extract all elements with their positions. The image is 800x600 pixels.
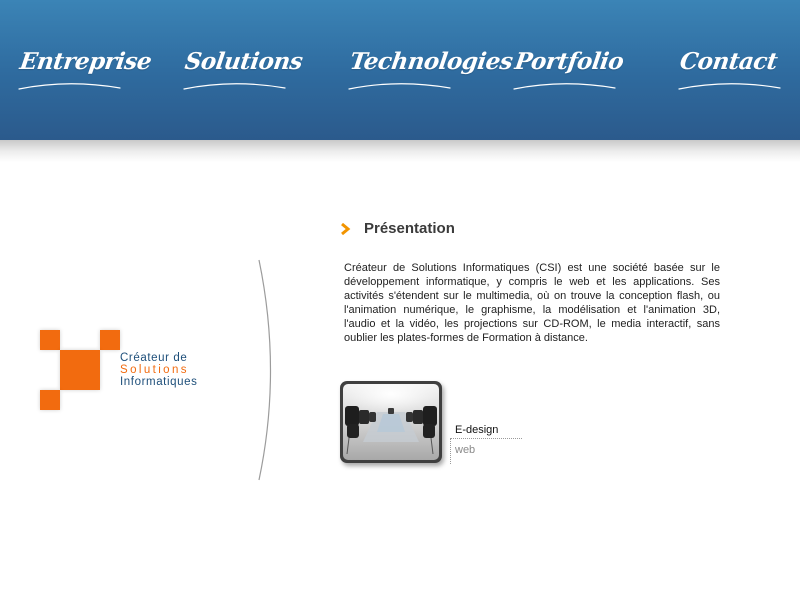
nav-underline-swoosh — [678, 83, 781, 90]
nav-item-entreprise[interactable]: Entreprise — [18, 48, 154, 98]
nav-item-label: Solutions — [183, 48, 305, 75]
dotted-connector — [450, 438, 451, 464]
conference-room-image — [343, 384, 439, 460]
nav-item-solutions[interactable]: Solutions — [183, 48, 305, 98]
page-title: Présentation — [364, 220, 455, 237]
nav-item-contact[interactable]: Contact — [678, 48, 781, 98]
nav-item-label: Contact — [678, 48, 779, 75]
portfolio-thumbnail[interactable] — [340, 381, 442, 463]
nav-underline-swoosh — [513, 83, 616, 90]
nav-item-label: Entreprise — [18, 48, 154, 75]
dotted-connector — [450, 438, 522, 439]
portfolio-item-title[interactable]: E-design — [455, 424, 498, 436]
logo-square — [60, 350, 100, 390]
nav-underline-swoosh — [18, 83, 121, 90]
company-logo[interactable]: Créateur de Solutions Informatiques — [36, 326, 236, 416]
logo-wordmark: Créateur de Solutions Informatiques — [120, 352, 197, 388]
presentation-text: Créateur de Solutions Informatiques (CSI… — [344, 262, 720, 344]
logo-square — [40, 390, 60, 410]
chevron-right-icon — [341, 223, 351, 235]
logo-line-informatiques: Informatiques — [120, 376, 198, 388]
nav-item-technologies[interactable]: Technologies — [348, 48, 515, 98]
nav-item-label: Technologies — [348, 48, 515, 75]
header-shadow — [0, 140, 800, 162]
nav-item-label: Portfolio — [513, 48, 626, 75]
logo-line-createur: Créateur de — [120, 352, 188, 364]
logo-square — [100, 330, 120, 350]
portfolio-item-category[interactable]: web — [455, 444, 475, 456]
curved-divider — [258, 259, 272, 481]
nav-item-portfolio[interactable]: Portfolio — [513, 48, 626, 98]
header-bar: Entreprise Solutions Technologies Portfo… — [0, 0, 800, 140]
nav-underline-swoosh — [348, 83, 451, 90]
logo-square — [40, 330, 60, 350]
nav-underline-swoosh — [183, 83, 286, 90]
logo-line-solutions: Solutions — [120, 364, 189, 376]
